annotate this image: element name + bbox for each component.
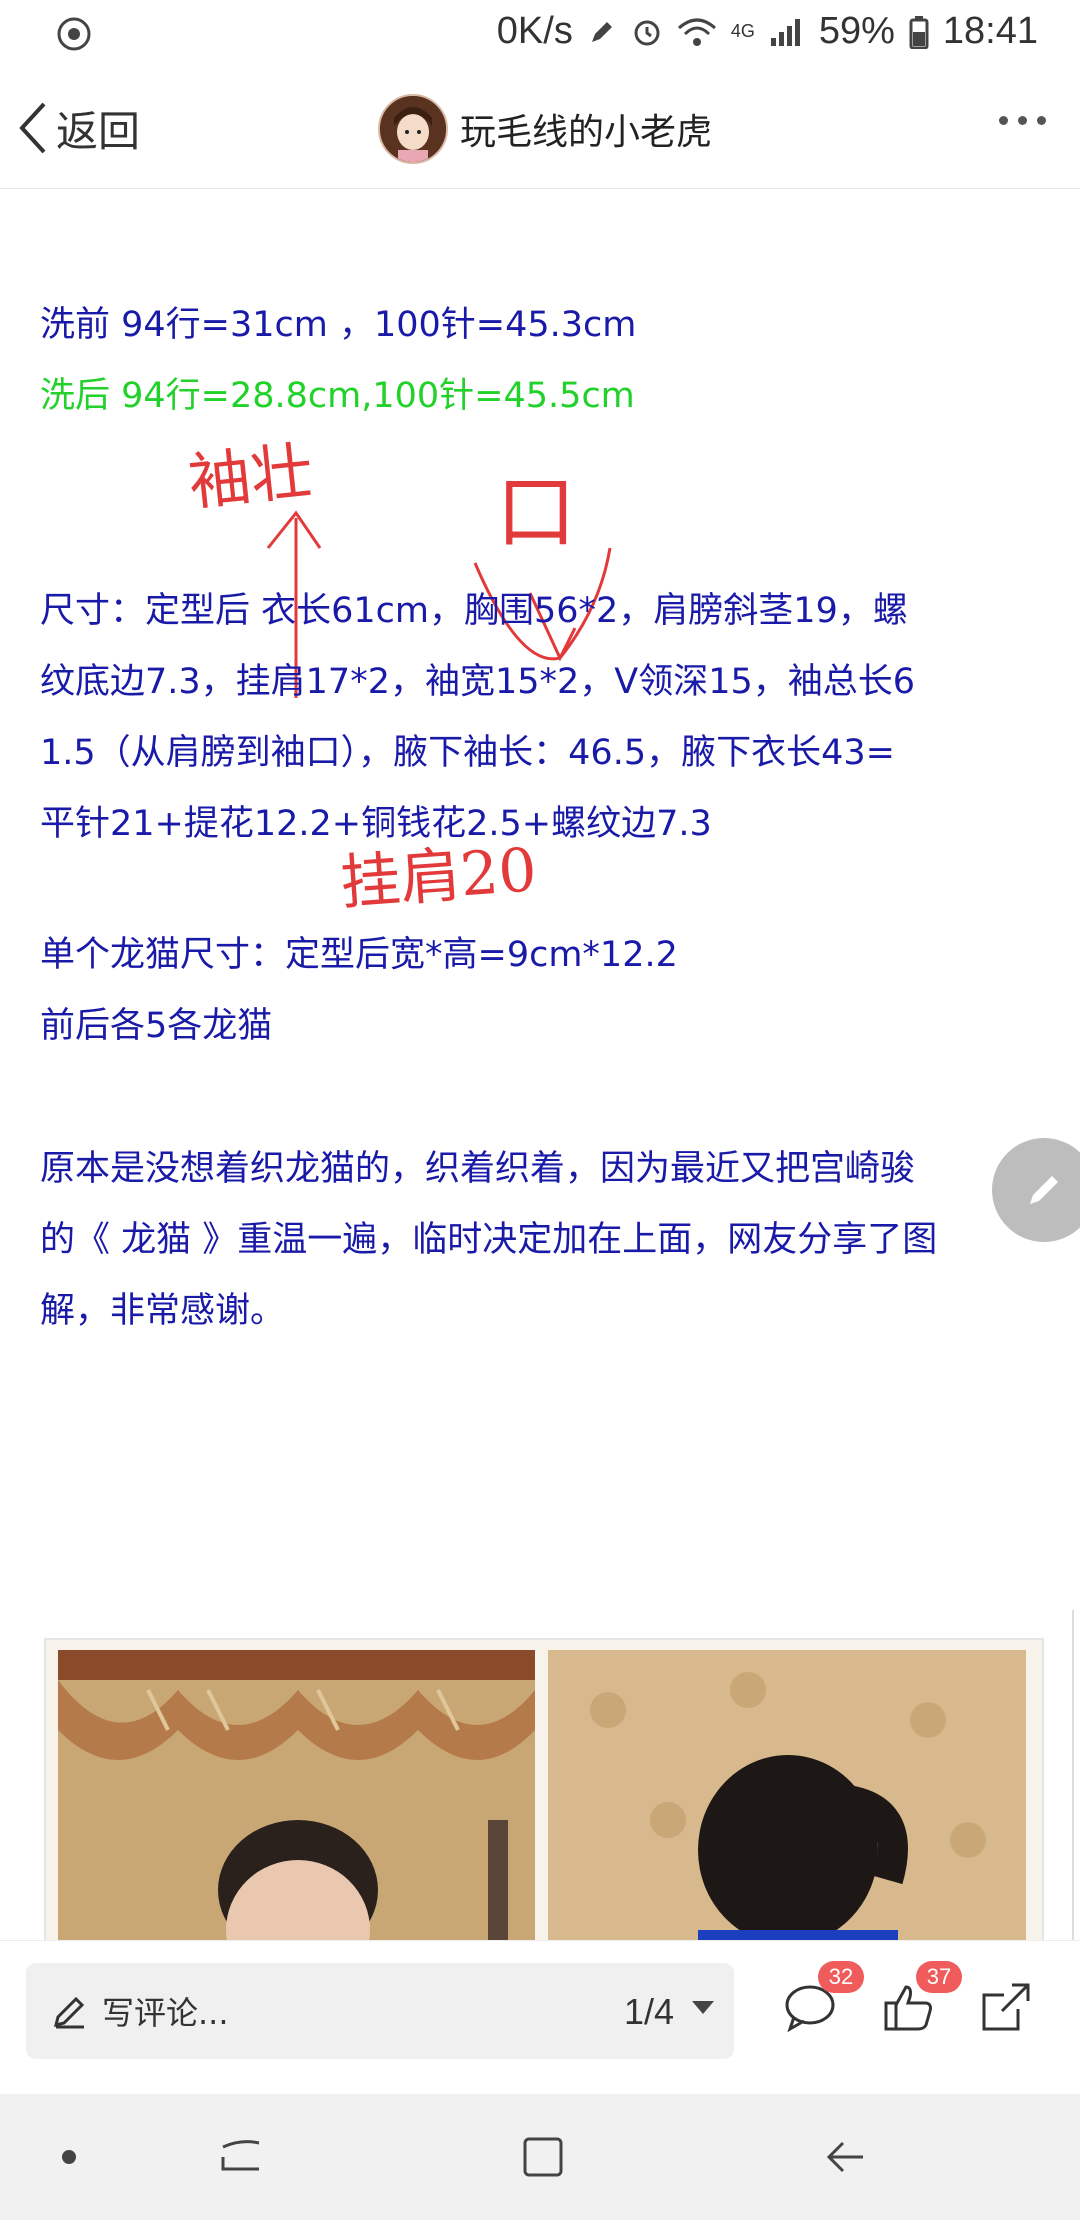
share-button[interactable] xyxy=(978,1979,1038,2039)
comment-count-badge: 32 xyxy=(818,1961,864,1993)
page-indicator[interactable]: 1/4 xyxy=(624,1991,674,2033)
battery-icon xyxy=(909,15,929,49)
signal-icon xyxy=(770,18,800,46)
status-indicators: 0K/s 4G 59% 18:41 xyxy=(497,10,1038,53)
app-status-icon xyxy=(57,17,91,51)
back-nav-button[interactable] xyxy=(810,2122,880,2192)
page-title: 玩毛线的小老虎 xyxy=(460,112,713,153)
totoro-count: 前后各5各龙猫 xyxy=(40,1006,273,1046)
back-label: 返回 xyxy=(56,107,141,155)
size-line-2: 纹底边7.3，挂肩17*2，袖宽15*2，V领深15，袖总长6 xyxy=(40,662,916,702)
size-line-1: 尺寸：定型后 衣长61cm，胸围56*2，肩膀斜茎19，螺 xyxy=(40,591,908,631)
battery-percent: 59% xyxy=(818,10,895,52)
home-square-icon xyxy=(523,2137,563,2177)
edit-icon xyxy=(591,21,612,42)
pencil-icon xyxy=(53,1996,85,2029)
back-arrow-icon xyxy=(826,2141,863,2173)
clock: 18:41 xyxy=(942,10,1038,52)
edit-button[interactable] xyxy=(992,1138,1080,1242)
photo-grid xyxy=(44,1638,1044,1952)
network-speed: 0K/s xyxy=(496,10,573,52)
chevron-left-icon xyxy=(19,102,46,154)
system-nav-bar xyxy=(0,2094,1080,2220)
photo-back[interactable] xyxy=(548,1650,1026,1950)
comment-bar: 写评论... 1/4 32 37 xyxy=(0,1940,1080,2095)
pencil-icon xyxy=(1030,1176,1058,1204)
comment-input[interactable]: 写评论... 1/4 xyxy=(26,1963,734,2059)
story-line-2: 的《 龙猫 》重温一遍，临时决定加在上面，网友分享了图 xyxy=(40,1220,938,1260)
like-button[interactable]: 37 xyxy=(880,1961,962,2039)
avatar[interactable] xyxy=(378,94,448,164)
network-type: 4G xyxy=(730,21,755,41)
totoro-size: 单个龙猫尺寸：定型后宽*高=9cm*12.2 xyxy=(40,935,678,975)
comment-placeholder: 写评论... xyxy=(102,1994,229,2032)
photo-front[interactable] xyxy=(58,1650,535,1950)
nav-dot-button[interactable] xyxy=(34,2122,104,2192)
comment-button[interactable]: 32 xyxy=(782,1961,864,2039)
handwritten-note-armhole: 挂肩20 xyxy=(338,835,539,919)
alarm-icon xyxy=(634,20,660,45)
wifi-icon xyxy=(677,18,716,46)
story-line-3: 解，非常感谢。 xyxy=(40,1291,286,1331)
home-button[interactable] xyxy=(508,2122,578,2192)
recent-apps-icon xyxy=(221,2140,260,2171)
author-info[interactable]: 玩毛线的小老虎 xyxy=(378,94,712,164)
back-button[interactable]: 返回 xyxy=(18,96,140,160)
recent-apps-button[interactable] xyxy=(206,2122,276,2192)
story-line-1: 原本是没想着织龙猫的，织着织着，因为最近又把宫崎骏 xyxy=(40,1149,916,1189)
like-count-badge: 37 xyxy=(916,1961,962,1993)
status-bar: 0K/s 4G 59% 18:41 xyxy=(0,0,1080,68)
dot-icon xyxy=(62,2150,76,2164)
share-icon xyxy=(982,1983,1030,2031)
more-icon[interactable] xyxy=(999,116,1046,125)
header: 返回 玩毛线的小老虎 xyxy=(0,68,1080,189)
chevron-down-icon[interactable] xyxy=(692,2001,714,2014)
size-line-3: 1.5（从肩膀到袖口），腋下袖长：46.5，腋下衣长43= xyxy=(40,733,895,773)
